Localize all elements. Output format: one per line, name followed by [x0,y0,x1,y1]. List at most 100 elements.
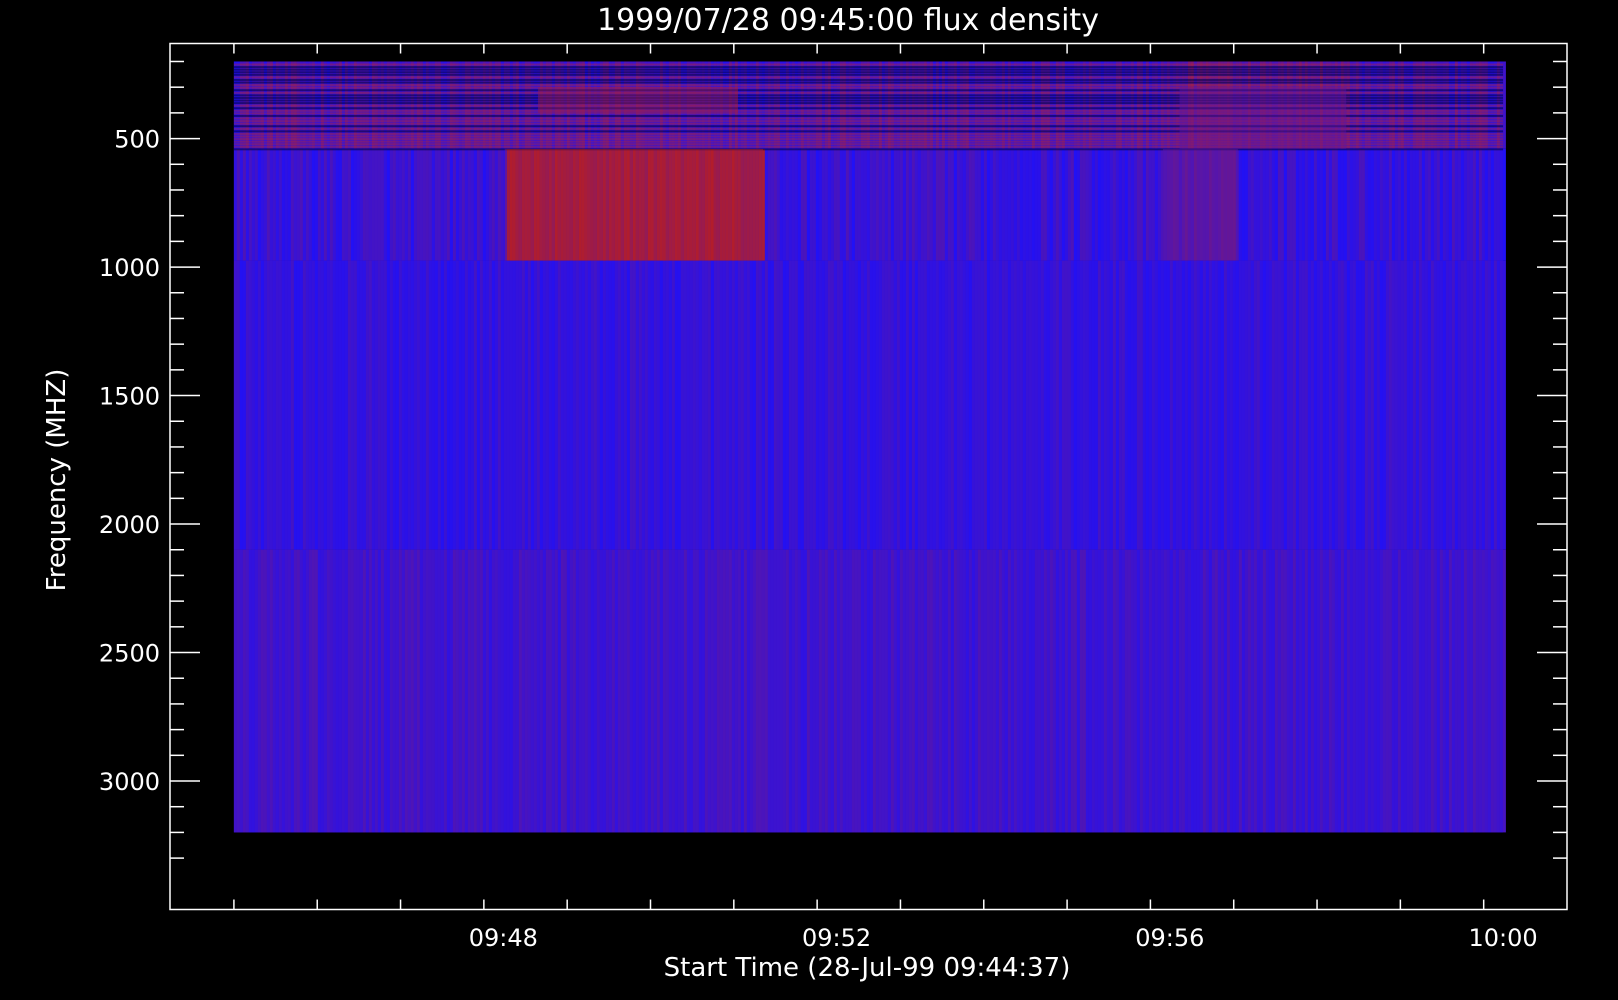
heatmap-stripe [1502,61,1506,149]
heatmap-stripe [746,549,750,833]
radio-burst [1162,148,1238,261]
heatmap-stripe [1238,148,1242,261]
heatmap-stripe [1229,260,1233,550]
heatmap-stripe [1112,260,1116,550]
heatmap-stripe [1148,549,1152,833]
heatmap-stripe [467,148,471,261]
heatmap-stripe [1418,549,1422,833]
heatmap-stripe [1037,549,1041,833]
heatmap-stripe [446,260,450,550]
heatmap-stripe [1301,148,1305,261]
heatmap-stripe [1025,549,1029,833]
heatmap-stripe [392,549,396,833]
heatmap-stripe [719,549,723,833]
heatmap-stripe [488,260,492,550]
heatmap-stripe [932,260,936,550]
heatmap-stripe [1169,260,1173,550]
heatmap-stripe [1259,260,1263,550]
heatmap-stripe [1067,148,1071,261]
heatmap-stripe [842,148,846,261]
heatmap-stripe [677,260,681,550]
heatmap-stripe [803,549,807,833]
heatmap-stripe [875,260,879,550]
heatmap-stripe [1046,148,1050,261]
heatmap-stripe [890,148,894,261]
heatmap-stripe [950,260,954,550]
y-tick-label: 500 [114,126,160,154]
heatmap-stripe [1202,260,1206,550]
heatmap-stripe [1073,549,1077,833]
heatmap-stripe [1160,260,1164,550]
heatmap-stripe [1217,549,1221,833]
heatmap-stripe [605,260,609,550]
heatmap-stripe [560,260,564,550]
heatmap-stripe [377,260,381,550]
heatmap-stripe [1487,148,1491,261]
heatmap-stripe [887,549,891,833]
heatmap-stripe [1493,148,1497,261]
heatmap-stripe [1406,260,1410,550]
heatmap-stripe [1358,549,1362,833]
heatmap-stripe [1409,549,1413,833]
heatmap-stripe [785,260,789,550]
heatmap-stripe [314,549,318,833]
y-tick-label: 1500 [99,383,160,411]
heatmap-stripe [1166,549,1170,833]
heatmap-stripe [593,260,597,550]
heatmap-stripe [239,148,243,261]
heatmap-stripe [542,260,546,550]
heatmap-stripe [338,148,342,261]
heatmap-stripe [1043,549,1047,833]
heatmap-stripe [239,260,243,550]
x-tick-label: 09:48 [469,924,538,952]
heatmap-stripe [359,549,363,833]
heatmap-stripe [584,549,588,833]
heatmap-stripe [1334,260,1338,550]
heatmap-stripe [485,260,489,550]
heatmap-stripe [1439,260,1443,550]
heatmap-stripe [743,549,747,833]
heatmap-stripe [980,549,984,833]
heatmap-stripe [1370,260,1374,550]
heatmap-stripe [464,549,468,833]
heatmap-stripe [782,148,786,261]
heatmap-stripe [1481,148,1485,261]
heatmap-stripe [896,549,900,833]
heatmap-stripe [563,260,567,550]
heatmap-stripe [1091,549,1095,833]
heatmap-stripe [431,148,435,261]
heatmap-stripe [1268,260,1272,550]
heatmap-stripe [1145,260,1149,550]
heatmap-stripe [899,148,903,261]
heatmap-stripe [1133,260,1137,550]
heatmap-stripe [884,549,888,833]
heatmap-stripe [821,260,825,550]
heatmap-stripe [1301,549,1305,833]
heatmap-stripe [1343,260,1347,550]
heatmap-stripe [1466,260,1470,550]
heatmap-stripe [1424,260,1428,550]
heatmap-stripe [1097,148,1101,261]
heatmap-stripe [1472,148,1476,261]
heatmap-stripe [1328,549,1332,833]
heatmap-stripe [1151,549,1155,833]
heatmap-stripe [305,549,309,833]
heatmap-stripe [821,148,825,261]
heatmap-stripe [1286,549,1290,833]
heatmap-stripe [1136,148,1140,261]
heatmap-stripe [458,148,462,261]
heatmap-stripe [1298,148,1302,261]
heatmap-stripe [812,549,816,833]
heatmap-stripe [1382,260,1386,550]
heatmap-stripe [1223,260,1227,550]
heatmap-stripe [1346,260,1350,550]
heatmap-stripe [710,549,714,833]
heatmap-stripe [1490,549,1494,833]
heatmap-stripe [1445,148,1449,261]
heatmap-stripe [1247,260,1251,550]
heatmap-stripe [1274,260,1278,550]
heatmap-stripe [1337,549,1341,833]
heatmap-stripe [266,148,270,261]
heatmap-stripe [344,549,348,833]
y-tick-label: 2500 [99,640,160,668]
